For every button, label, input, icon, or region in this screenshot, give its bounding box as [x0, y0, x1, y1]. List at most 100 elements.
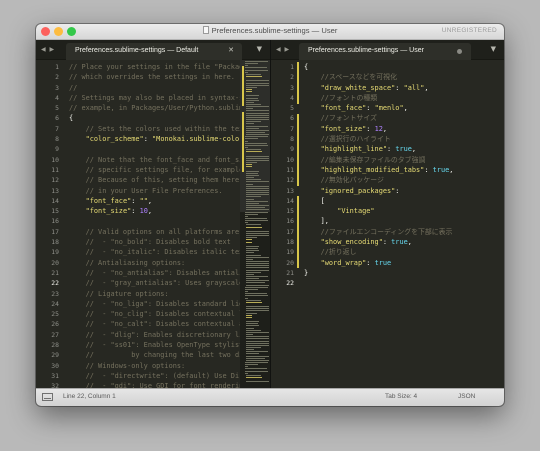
tab-nav-arrows-icon[interactable]: ◀ ▶ — [41, 46, 55, 53]
minimap-line — [246, 276, 268, 277]
code-line[interactable]: "word_wrap": true — [304, 258, 504, 268]
minimap-line — [246, 263, 270, 265]
minimap-line — [246, 374, 261, 376]
code-line[interactable] — [304, 278, 504, 288]
code-line[interactable]: // - "no_italic": Disables italic text — [69, 247, 242, 257]
code-line[interactable]: // specific settings file, for example, … — [69, 165, 242, 175]
tab-nav-arrows-icon[interactable]: ◀ ▶ — [276, 46, 290, 53]
code-line[interactable]: "font_face": "", — [69, 196, 242, 206]
code-token: // - "gray_antialias": Uses grayscale an… — [85, 279, 242, 288]
code-line[interactable]: // - "no_liga": Disables standard ligatu… — [69, 299, 242, 309]
code-line[interactable]: // - "no_bold": Disables bold text — [69, 237, 242, 247]
code-token: , — [147, 196, 153, 205]
right-editor-pane[interactable]: 1 2 3 4 5 6 7 8 9 10 11 12 13 14 15 16 17 18 19 20 21 22 { //… — [271, 60, 504, 388]
code-line[interactable]: // Antialiasing options: — [69, 258, 242, 268]
code-area[interactable]: { //スペースなどを可視化 "draw_white_space": "all"… — [304, 62, 504, 289]
code-line[interactable]: // - "dlig": Enables discretionary ligat… — [69, 330, 242, 340]
code-line[interactable]: // Settings may also be placed in syntax… — [69, 93, 242, 103]
code-line[interactable]: // - "gray_antialias": Uses grayscale an… — [69, 278, 242, 288]
code-line[interactable]: // Ligature options: — [69, 289, 242, 299]
code-line[interactable]: "font_size": 12, — [304, 124, 504, 134]
code-line[interactable]: [ — [304, 196, 504, 206]
tab-modified-dot-icon[interactable] — [457, 49, 462, 54]
code-line[interactable]: } — [304, 268, 504, 278]
line-number: 13 — [286, 186, 294, 195]
code-line[interactable]: "font_face": "menlo", — [304, 103, 504, 113]
code-area[interactable]: // Place your settings in the file "Pack… — [69, 62, 242, 388]
code-line[interactable]: //編集未保存ファイルのタブ強調 — [304, 155, 504, 165]
code-line[interactable]: // - "no_clig": Disables contextual liga… — [69, 309, 242, 319]
tab-menu-chevron-icon[interactable]: ▼ — [257, 45, 262, 53]
line-number: 28 — [51, 341, 59, 350]
tab-default-settings[interactable]: Preferences.sublime-settings — Default ✕ — [66, 43, 242, 60]
code-line[interactable]: // in your User File Preferences. — [69, 186, 242, 196]
minimap-line — [246, 116, 270, 118]
code-line[interactable]: //無効化パッケージ — [304, 175, 504, 185]
syntax-selector[interactable]: JSON — [458, 393, 475, 400]
code-line[interactable]: // Valid options on all platforms are: — [69, 227, 242, 237]
code-line[interactable]: //スペースなどを可視化 — [304, 72, 504, 82]
code-line[interactable]: // - "no_calt": Disables contextual alte… — [69, 319, 242, 329]
code-line[interactable]: //折り返し — [304, 247, 504, 257]
code-token: "font_face" — [85, 196, 132, 205]
code-line[interactable]: // - "ss01": Enables OpenType stylistic … — [69, 340, 242, 350]
line-number: 5 — [55, 104, 59, 113]
tab-size-selector[interactable]: Tab Size: 4 — [385, 393, 417, 400]
code-line[interactable]: // Windows-only options: — [69, 361, 242, 371]
code-line[interactable]: // - "no_antialias": Disables antialiasi… — [69, 268, 242, 278]
minimap-line — [246, 237, 258, 239]
code-line[interactable]: { — [69, 113, 242, 123]
tab-menu-chevron-icon[interactable]: ▼ — [491, 45, 496, 53]
code-line[interactable]: //ファイルエンコーディングを下部に表示 — [304, 227, 504, 237]
code-line[interactable]: // Place your settings in the file "Pack… — [69, 62, 242, 72]
code-line[interactable]: "color_scheme": "Monokai.sublime-color-s… — [69, 134, 242, 144]
code-line[interactable]: //選択行のハイライト — [304, 134, 504, 144]
line-number: 9 — [290, 145, 294, 154]
code-token: //フォントサイズ — [304, 114, 377, 123]
tab-label: Preferences.sublime-settings — User — [308, 47, 424, 54]
code-line[interactable]: "font_size": 10, — [69, 206, 242, 216]
code-line[interactable]: // Because of this, setting them here wi… — [69, 175, 242, 185]
line-number: 11 — [286, 165, 294, 174]
code-line[interactable]: // - "directwrite": (default) Use Direct… — [69, 371, 242, 381]
code-line[interactable]: // Sets the colors used within the text … — [69, 124, 242, 134]
tab-user-settings[interactable]: Preferences.sublime-settings — User — [299, 43, 471, 60]
code-token: // Settings may also be placed in syntax… — [69, 93, 242, 102]
console-toggle-icon[interactable] — [42, 393, 53, 401]
code-token: // Sets the colors used within the text … — [85, 124, 242, 133]
code-line[interactable]: //フォントの種類 — [304, 93, 504, 103]
left-editor-pane[interactable]: 1 2 3 4 5 6 7 8 9 10 11 12 13 14 15 16 17 18 19 20 21 22 23 24 2… — [36, 60, 270, 388]
minimap[interactable] — [240, 60, 270, 388]
code-line[interactable] — [69, 144, 242, 154]
code-line[interactable]: "Vintage" — [304, 206, 504, 216]
code-token: , — [411, 145, 417, 154]
code-line[interactable]: // — [69, 83, 242, 93]
code-line[interactable]: "ignored_packages": — [304, 186, 504, 196]
line-number-gutter: 1 2 3 4 5 6 7 8 9 10 11 12 13 14 15 16 17 18 19 20 21 22 — [271, 60, 299, 388]
line-number: 5 — [290, 104, 294, 113]
code-line[interactable]: "draw_white_space": "all", — [304, 83, 504, 93]
tab-close-icon[interactable]: ✕ — [228, 46, 234, 54]
code-line[interactable] — [69, 216, 242, 226]
document-icon — [202, 26, 209, 34]
code-line[interactable]: // - "gdi": Use GDI for font rendering — [69, 381, 242, 388]
code-line[interactable]: //フォントサイズ — [304, 113, 504, 123]
code-line[interactable]: // by changing the last two digits. — [69, 350, 242, 360]
code-line[interactable]: { — [304, 62, 504, 72]
code-line[interactable]: // Note that the font_face and font_size… — [69, 155, 242, 165]
code-line[interactable]: "show_encoding": true, — [304, 237, 504, 247]
code-line[interactable]: // which overrides the settings in here. — [69, 72, 242, 82]
minimap-line — [246, 260, 269, 262]
code-line[interactable]: "highlight_line": true, — [304, 144, 504, 154]
code-token: //フォントの種類 — [304, 93, 378, 102]
minimap-line — [246, 269, 270, 271]
line-number: 10 — [51, 155, 59, 164]
code-line[interactable]: ], — [304, 216, 504, 226]
minimap-line — [246, 192, 270, 194]
line-number: 16 — [286, 217, 294, 226]
code-line[interactable]: // example, in Packages/User/Python.subl… — [69, 103, 242, 113]
minimap-line — [246, 239, 252, 241]
code-line[interactable]: "highlight_modified_tabs": true, — [304, 165, 504, 175]
